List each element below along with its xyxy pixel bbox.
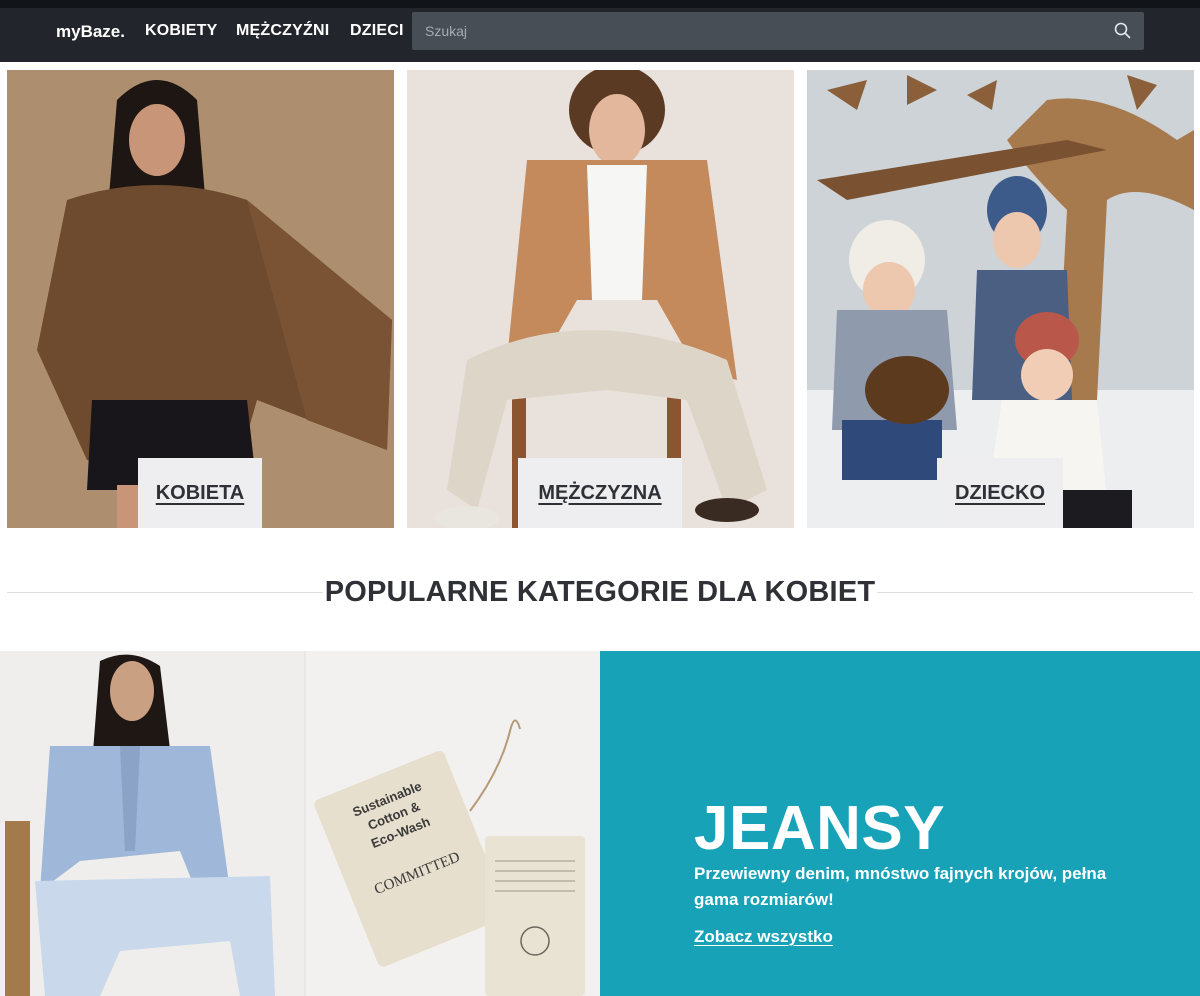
nav-link-kobiety[interactable]: KOBIETY <box>145 22 218 40</box>
promo-title: JEANSY <box>694 794 946 863</box>
category-card-kobieta[interactable]: KOBIETA <box>7 70 394 528</box>
promo-photo: Sustainable Cotton & Eco-Wash COMMITTED <box>0 651 600 996</box>
search-box <box>412 12 1144 50</box>
category-label-mezczyzna[interactable]: MĘŻCZYZNA <box>518 458 682 528</box>
brand-logo[interactable]: myBaze. <box>56 22 125 42</box>
category-label-dziecko[interactable]: DZIECKO <box>937 458 1063 528</box>
nav-link-mezczyzni[interactable]: MĘŻCZYŹNI <box>236 22 329 40</box>
navbar: myBaze. KOBIETY MĘŻCZYŹNI DZIECI <box>0 0 1200 62</box>
promo-description: Przewiewny denim, mnóstwo fajnych krojów… <box>694 864 1107 909</box>
nav-link-dzieci[interactable]: DZIECI <box>350 22 404 40</box>
search-input[interactable] <box>412 12 1102 50</box>
search-icon <box>1114 22 1131 39</box>
promo-panel: JEANSY Przewiewny denim, mnóstwo fajnych… <box>600 651 1200 996</box>
category-card-dziecko[interactable]: DZIECKO <box>807 70 1194 528</box>
section-divider-right <box>877 592 1193 593</box>
promo-image: Sustainable Cotton & Eco-Wash COMMITTED <box>0 651 600 996</box>
see-all-link[interactable]: Zobacz wszystko <box>694 927 833 947</box>
category-label-kobieta[interactable]: KOBIETA <box>138 458 262 528</box>
search-button[interactable] <box>1112 20 1134 42</box>
category-card-mezczyzna[interactable]: MĘŻCZYZNA <box>407 70 794 528</box>
